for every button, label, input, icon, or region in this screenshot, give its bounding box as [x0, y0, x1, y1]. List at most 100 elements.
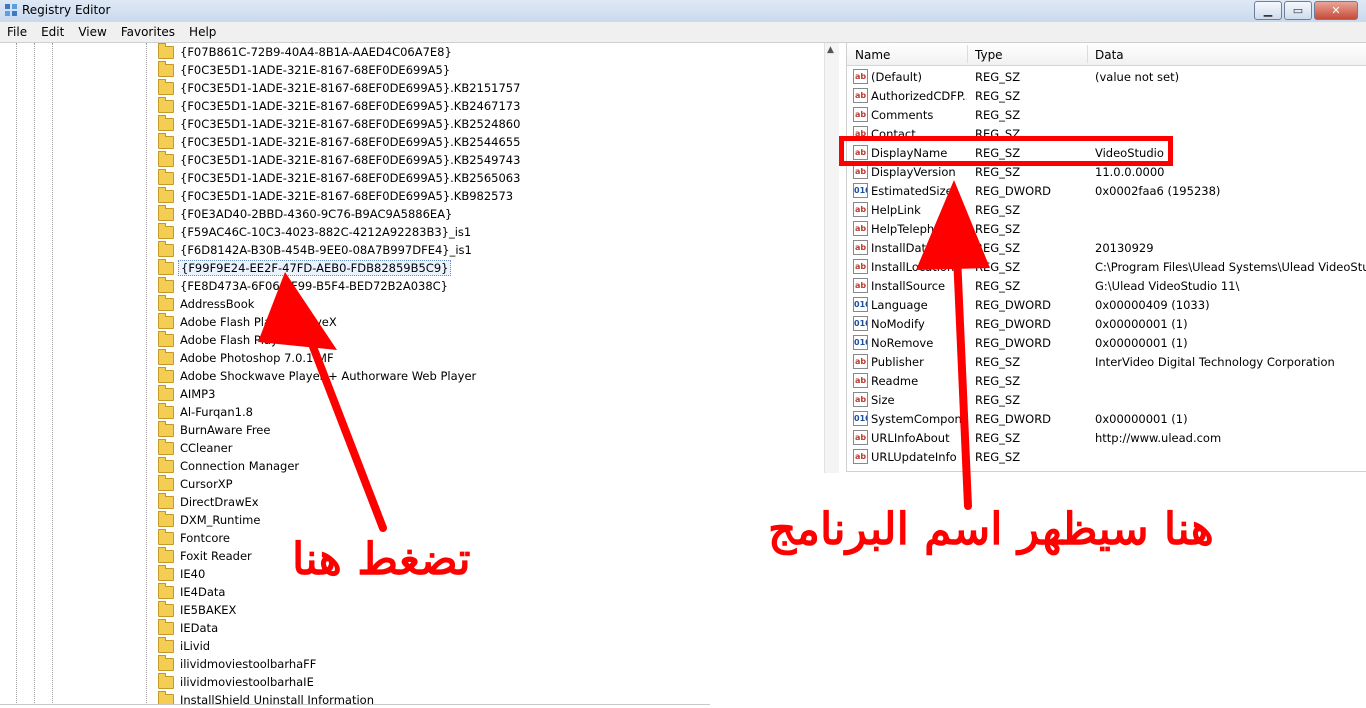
value-name: AuthorizedCDFP...	[871, 89, 967, 103]
tree-key-item[interactable]: AIMP3	[158, 384, 217, 403]
tree-key-item[interactable]: Connection Manager	[158, 456, 301, 475]
tree-key-item[interactable]: Al-Furqan1.8	[158, 402, 255, 421]
column-type-header[interactable]: Type	[975, 48, 1003, 62]
value-row[interactable]: ab URLInfoAbout REG_SZ http://www.ulead.com	[847, 428, 1366, 447]
tree-key-item[interactable]: {F0C3E5D1-1ADE-321E-8167-68EF0DE699A5}.K…	[158, 186, 515, 205]
tree-key-item[interactable]: ilividmoviestoolbarhaIE	[158, 672, 316, 691]
value-type: REG_SZ	[975, 279, 1021, 293]
tree-key-label: CCleaner	[180, 441, 233, 455]
tree-key-label: {F0C3E5D1-1ADE-321E-8167-68EF0DE699A5}.K…	[180, 81, 521, 95]
tree-key-item[interactable]: Adobe Photoshop 7.0.1 MF	[158, 348, 336, 367]
menu-help[interactable]: Help	[182, 25, 223, 39]
tree-key-label: Adobe Photoshop 7.0.1 MF	[180, 351, 334, 365]
tree-key-item[interactable]: {F0C3E5D1-1ADE-321E-8167-68EF0DE699A5}.K…	[158, 96, 522, 115]
scroll-up-arrow-icon[interactable]: ▲	[827, 45, 834, 55]
folder-icon	[158, 294, 174, 311]
column-divider[interactable]	[967, 45, 968, 63]
tree-key-item[interactable]: {FE8D473A-6F06-4F99-B5F4-BED72B2A038C}	[158, 276, 450, 295]
tree-key-item[interactable]: {F0C3E5D1-1ADE-321E-8167-68EF0DE699A5}.K…	[158, 78, 522, 97]
string-value-icon: ab	[853, 240, 868, 255]
value-row[interactable]: 010EstimatedSize REG_DWORD 0x0002faa6 (195…	[847, 181, 1366, 200]
tree-key-item[interactable]: InstallShield Uninstall Information	[158, 690, 376, 705]
folder-icon	[158, 168, 174, 185]
tree-key-item[interactable]: Adobe Flash Player Plugin	[158, 330, 330, 349]
value-row[interactable]: ab InstallSource REG_SZ G:\Ulead VideoStudi…	[847, 276, 1366, 295]
tree-key-item[interactable]: {F0C3E5D1-1ADE-321E-8167-68EF0DE699A5}	[158, 60, 452, 79]
tree-key-item[interactable]: {F0C3E5D1-1ADE-321E-8167-68EF0DE699A5}.K…	[158, 114, 522, 133]
tree-key-item[interactable]: CCleaner	[158, 438, 234, 457]
value-row[interactable]: ab InstallLocation REG_SZ C:\Program Files\…	[847, 257, 1366, 276]
value-row[interactable]: ab URLUpdateInfo REG_SZ	[847, 447, 1366, 466]
tree-key-item[interactable]: BurnAware Free	[158, 420, 272, 439]
menu-favorites[interactable]: Favorites	[114, 25, 182, 39]
minimize-button[interactable]: ▁	[1254, 1, 1282, 20]
tree-key-item[interactable]: {F0C3E5D1-1ADE-321E-8167-68EF0DE699A5}.K…	[158, 150, 522, 169]
tree-key-label: Fontcore	[180, 531, 230, 545]
tree-key-item[interactable]: CursorXP	[158, 474, 235, 493]
folder-icon	[158, 330, 174, 347]
value-row[interactable]: ab AuthorizedCDFP... REG_SZ	[847, 86, 1366, 105]
tree-key-item[interactable]: Foxit Reader	[158, 546, 254, 565]
value-row[interactable]: ab HelpLink REG_SZ	[847, 200, 1366, 219]
column-divider[interactable]	[1087, 45, 1088, 63]
folder-icon	[158, 43, 174, 59]
value-type: REG_SZ	[975, 222, 1021, 236]
registry-values-list[interactable]: Name Type Data ab (Default) REG_SZ (value n…	[846, 43, 1366, 472]
value-row[interactable]: ab Comments REG_SZ	[847, 105, 1366, 124]
string-value-icon: ab	[853, 259, 868, 274]
tree-key-item[interactable]: iLivid	[158, 636, 212, 655]
tree-key-item[interactable]: Fontcore	[158, 528, 232, 547]
string-value-icon: ab	[853, 221, 868, 236]
column-data-header[interactable]: Data	[1095, 48, 1124, 62]
value-row[interactable]: ab HelpTelephone REG_SZ	[847, 219, 1366, 238]
menu-file[interactable]: File	[0, 25, 34, 39]
tree-key-item[interactable]: {F6D8142A-B30B-454B-9EE0-08A7B997DFE4}_i…	[158, 240, 474, 259]
maximize-button[interactable]: ▭	[1284, 1, 1312, 20]
menu-view[interactable]: View	[71, 25, 113, 39]
column-name-header[interactable]: Name	[855, 48, 890, 62]
folder-icon	[158, 672, 174, 689]
tree-key-item[interactable]: {F0C3E5D1-1ADE-321E-8167-68EF0DE699A5}.K…	[158, 132, 522, 151]
value-row[interactable]: 010NoModify REG_DWORD 0x00000001 (1)	[847, 314, 1366, 333]
value-row[interactable]: 010Language REG_DWORD 0x00000409 (1033)	[847, 295, 1366, 314]
tree-key-item[interactable]: {F99F9E24-EE2F-47FD-AEB0-FDB82859B5C9}	[158, 258, 452, 277]
tree-key-item[interactable]: IE5BAKEX	[158, 600, 238, 619]
tree-key-item[interactable]: {F0C3E5D1-1ADE-321E-8167-68EF0DE699A5}.K…	[158, 168, 522, 187]
tree-key-item[interactable]: Adobe Shockwave Player + Authorware Web …	[158, 366, 478, 385]
value-row[interactable]: 010SystemComponent REG_DWORD 0x00000001 (1…	[847, 409, 1366, 428]
tree-key-label: BurnAware Free	[180, 423, 271, 437]
menu-edit[interactable]: Edit	[34, 25, 71, 39]
tree-key-item[interactable]: DirectDrawEx	[158, 492, 261, 511]
value-row[interactable]: ab Size REG_SZ	[847, 390, 1366, 409]
value-data: http://www.ulead.com	[1095, 431, 1222, 445]
value-row[interactable]: ab Readme REG_SZ	[847, 371, 1366, 390]
tree-key-item[interactable]: {F07B861C-72B9-40A4-8B1A-AAED4C06A7E8}	[158, 43, 454, 61]
tree-key-item[interactable]: IE4Data	[158, 582, 227, 601]
folder-icon	[158, 222, 174, 239]
folder-icon	[158, 600, 174, 617]
tree-key-item[interactable]: IE40	[158, 564, 207, 583]
value-name: Language	[871, 298, 928, 312]
value-name: HelpLink	[871, 203, 921, 217]
tree-scrollbar[interactable]: ▲	[824, 43, 839, 473]
value-name: Readme	[871, 374, 919, 388]
tree-key-item[interactable]: DXM_Runtime	[158, 510, 262, 529]
close-button[interactable]: ✕	[1314, 1, 1358, 20]
value-row[interactable]: ab InstallDate REG_SZ 20130929	[847, 238, 1366, 257]
tree-key-item[interactable]: Adobe Flash Player ActiveX	[158, 312, 339, 331]
tree-key-item[interactable]: {F0E3AD40-2BBD-4360-9C76-B9AC9A5886EA}	[158, 204, 454, 223]
folder-icon	[158, 492, 174, 509]
tree-key-item[interactable]: IEData	[158, 618, 220, 637]
tree-key-item[interactable]: AddressBook	[158, 294, 256, 313]
value-row[interactable]: ab Publisher REG_SZ InterVideo Digital Tech…	[847, 352, 1366, 371]
value-row[interactable]: ab (Default) REG_SZ (value not set)	[847, 67, 1366, 86]
value-row[interactable]: 010NoRemove REG_DWORD 0x00000001 (1)	[847, 333, 1366, 352]
registry-key-tree[interactable]: {F07B861C-72B9-40A4-8B1A-AAED4C06A7E8} {F…	[0, 43, 836, 705]
value-type: REG_SZ	[975, 260, 1021, 274]
tree-key-item[interactable]: ilividmoviestoolbarhaFF	[158, 654, 318, 673]
tree-key-label: DXM_Runtime	[180, 513, 261, 527]
tree-key-label: Adobe Shockwave Player + Authorware Web …	[180, 369, 477, 383]
tree-key-item[interactable]: {F59AC46C-10C3-4023-882C-4212A92283B3}_i…	[158, 222, 473, 241]
value-type: REG_SZ	[975, 355, 1021, 369]
binary-value-icon: 010	[853, 335, 868, 350]
